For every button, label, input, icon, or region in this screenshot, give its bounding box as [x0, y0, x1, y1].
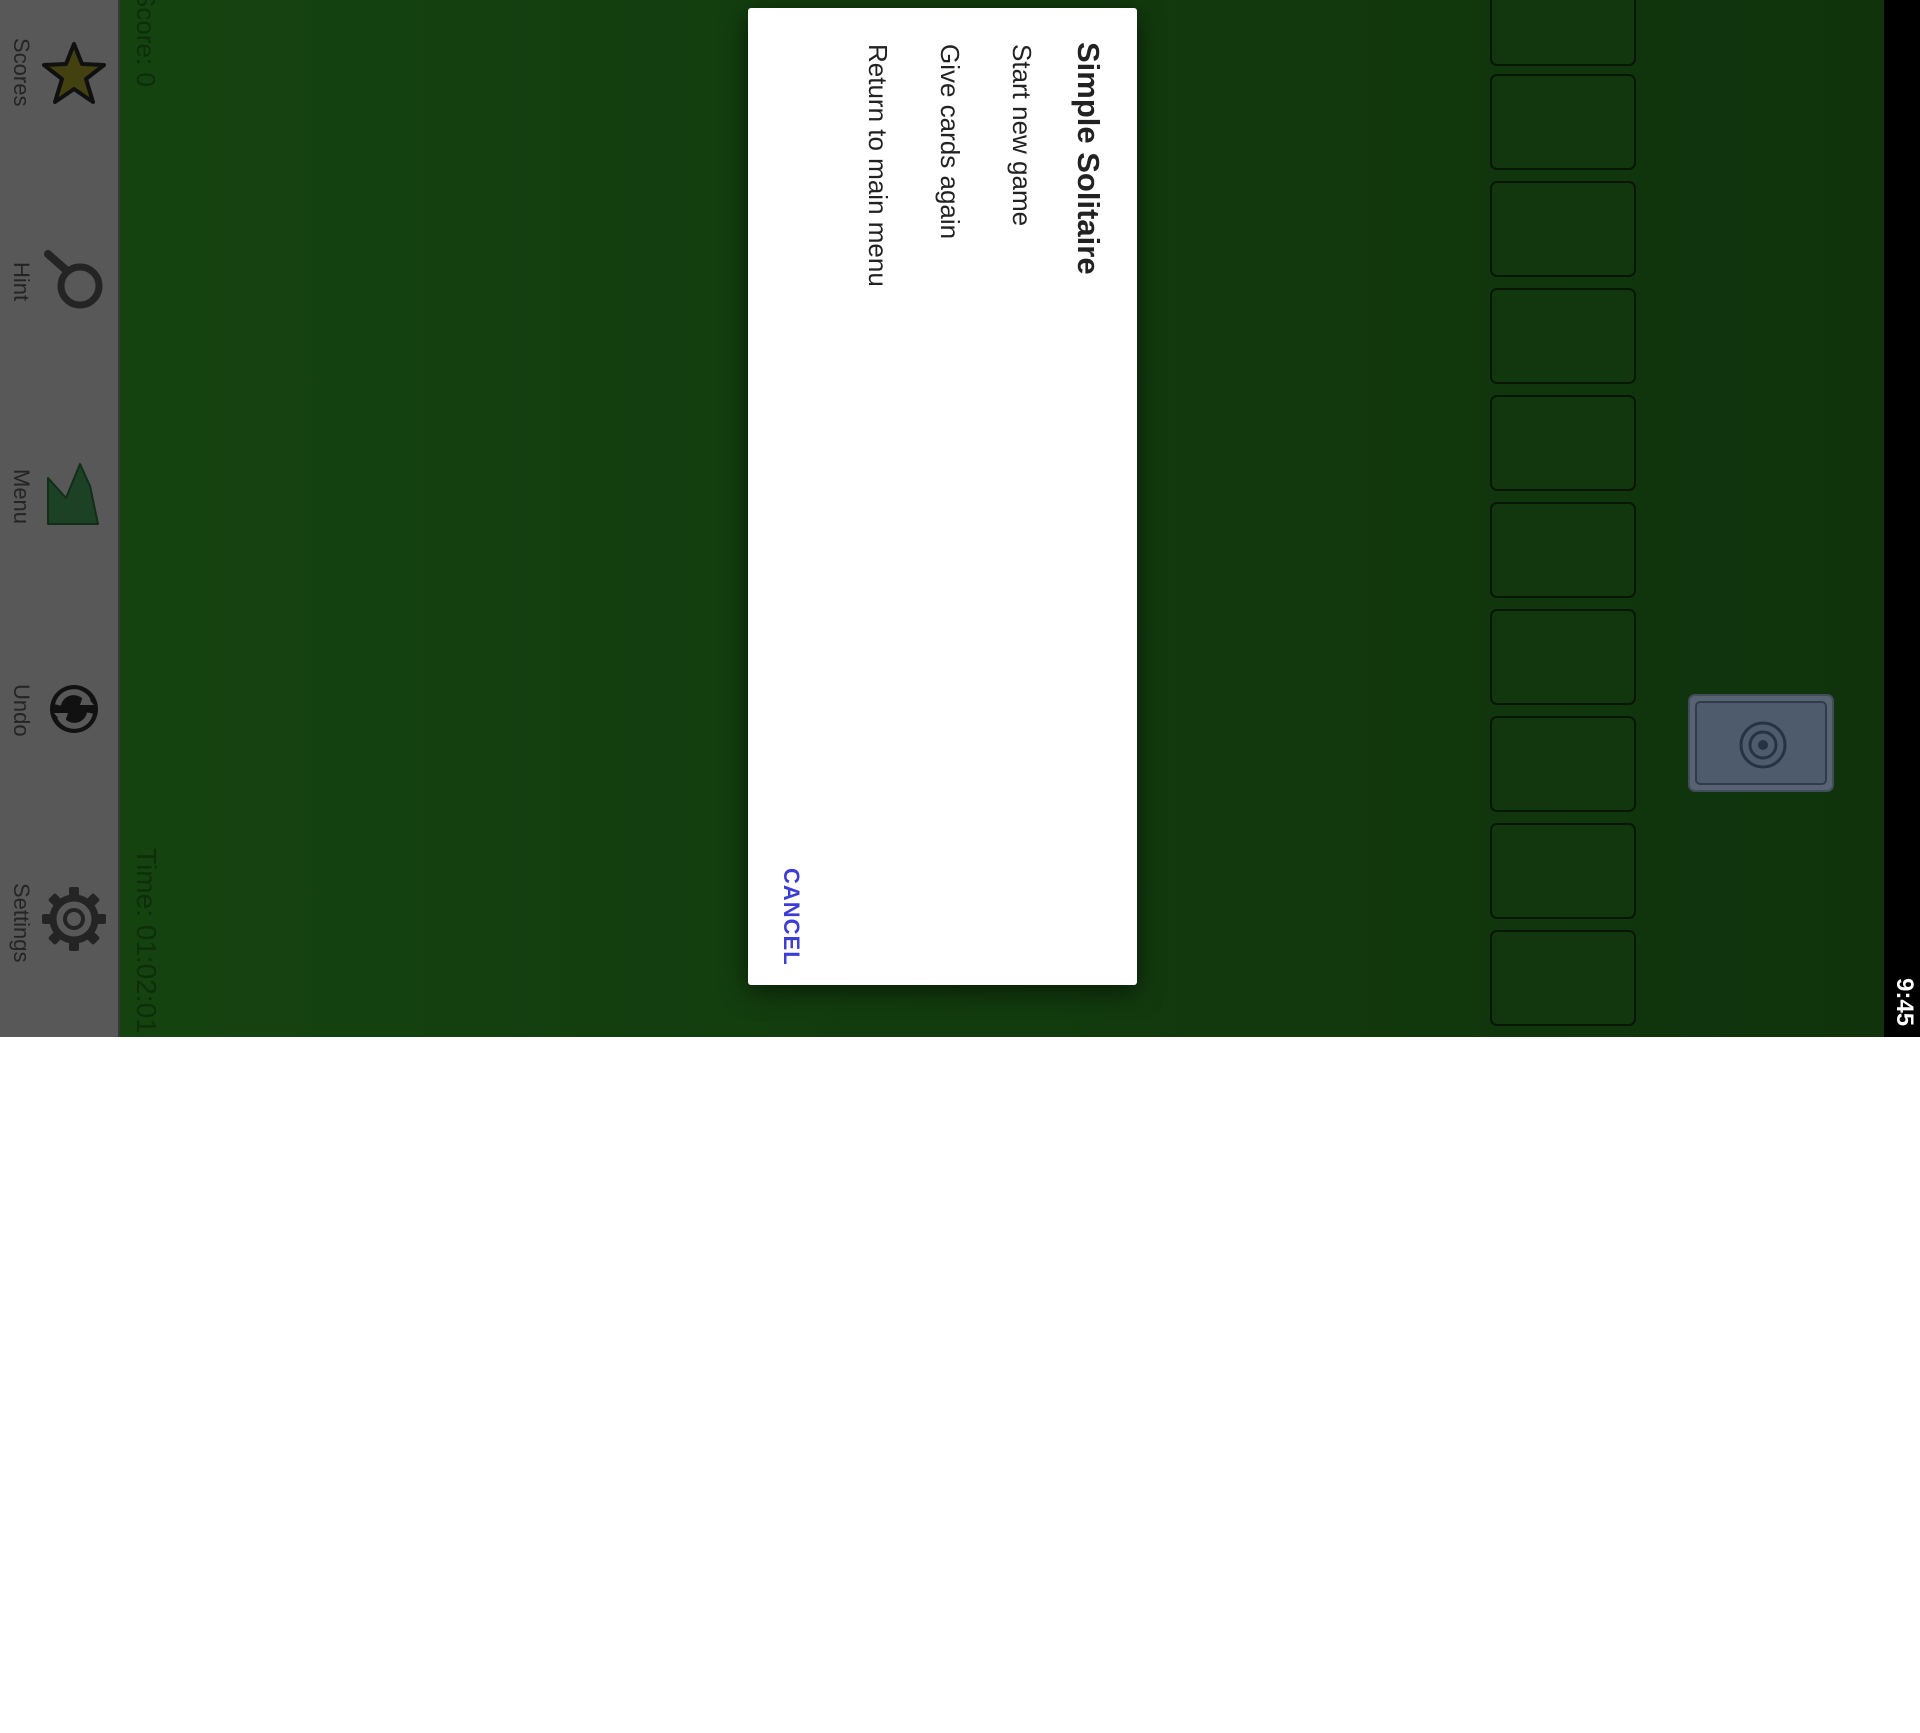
give-cards-again-option[interactable]: Give cards again: [934, 44, 965, 239]
game-menu-dialog: Simple Solitaire Start new game Give car…: [748, 8, 1137, 985]
cancel-button[interactable]: CANCEL: [778, 868, 804, 966]
game-screen: Scores Hint Menu Undo Settings Score: 0 …: [0, 0, 1920, 1037]
dialog-title: Simple Solitaire: [1071, 42, 1106, 275]
status-bar: [1884, 0, 1920, 1037]
start-new-game-option[interactable]: Start new game: [1006, 44, 1037, 226]
status-clock: 9:45: [1891, 978, 1918, 1027]
return-to-main-menu-option[interactable]: Return to main menu: [862, 44, 893, 287]
